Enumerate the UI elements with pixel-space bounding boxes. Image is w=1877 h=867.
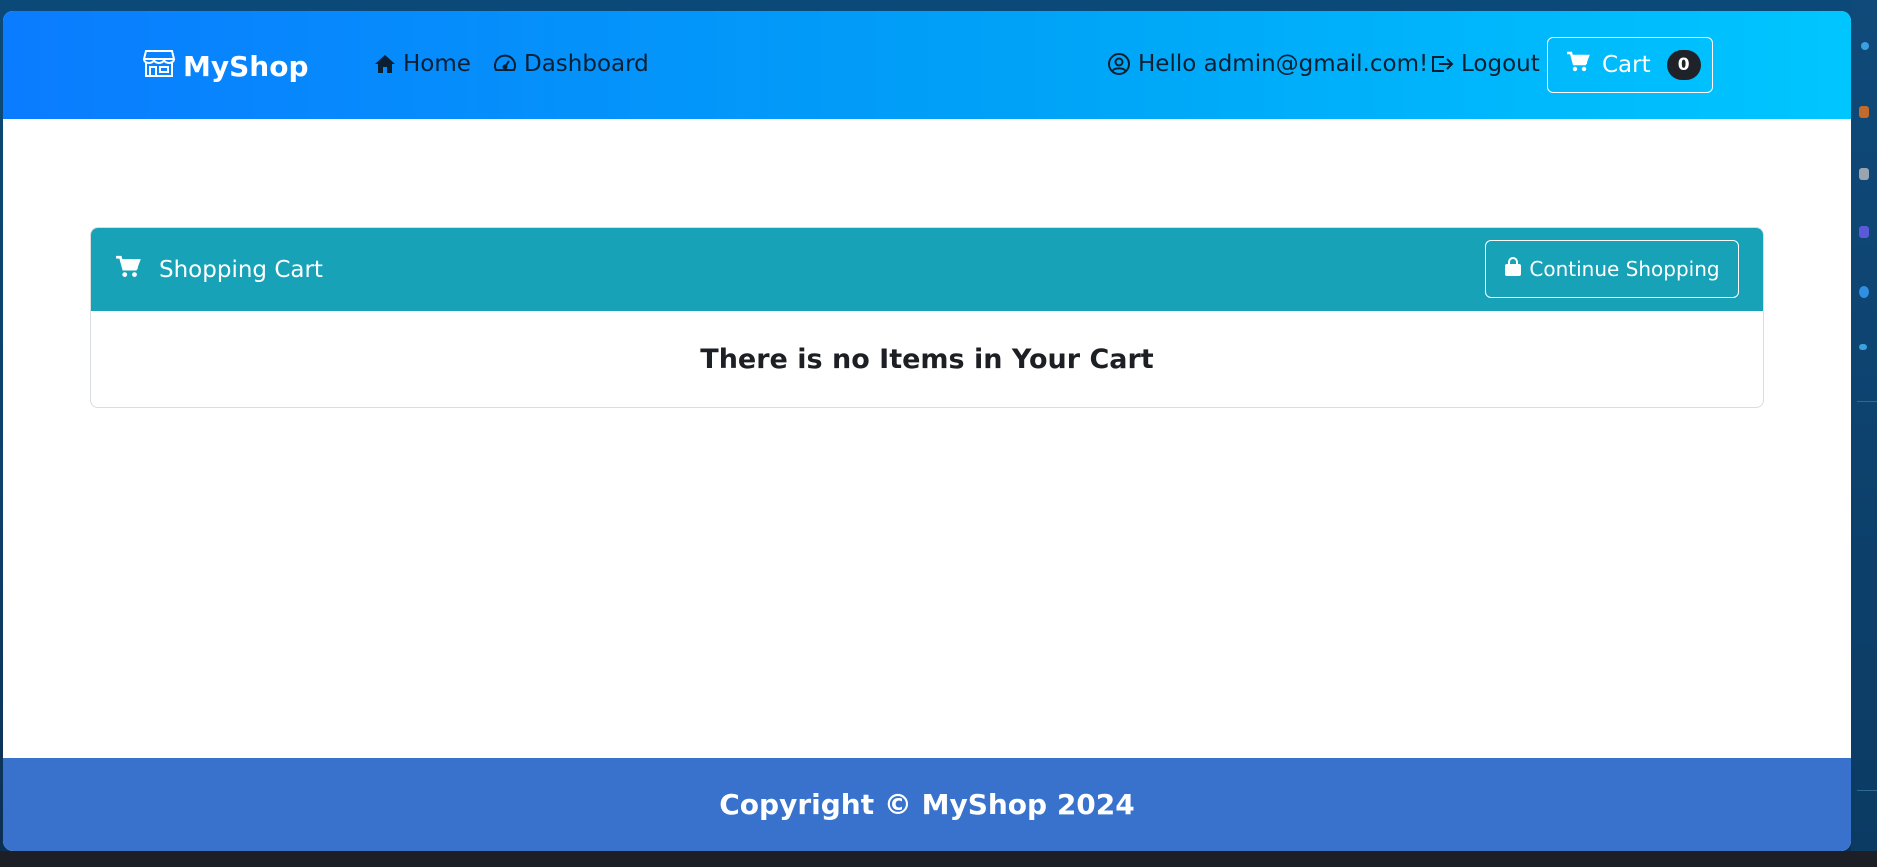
card-header: Shopping Cart Continue Shopping [91,228,1763,311]
nav-home-label: Home [403,51,471,77]
desktop-icon [1859,344,1867,350]
desktop-side-strip [1851,0,1877,851]
divider [1857,790,1877,791]
speedometer-icon [493,53,517,75]
shop-icon [142,48,176,85]
taskbar-strip [0,851,1877,867]
nav-dashboard[interactable]: Dashboard [493,51,649,77]
footer: Copyright © MyShop 2024 [3,758,1851,851]
greeting-text: Hello admin@gmail.com! [1138,51,1429,77]
cart-icon [115,255,141,285]
desktop-icon [1859,226,1869,238]
card-title-label: Shopping Cart [159,257,323,283]
logout-icon [1430,53,1454,75]
shopping-cart-card: Shopping Cart Continue Shopping There is… [90,227,1764,408]
logout-label: Logout [1461,51,1540,77]
brand-link[interactable]: MyShop [142,48,309,85]
desktop-icon [1859,168,1869,180]
navbar: MyShop Home Dashboard Hello admin@gmail.… [3,11,1851,119]
nav-dashboard-label: Dashboard [524,51,649,77]
cart-label: Cart [1602,52,1651,78]
user-greeting: Hello admin@gmail.com! [1107,51,1428,77]
cart-button[interactable]: Cart 0 [1547,37,1713,93]
divider [1857,401,1877,402]
nav-home[interactable]: Home [374,51,471,77]
desktop-icon [1859,106,1869,118]
continue-shopping-button[interactable]: Continue Shopping [1485,240,1739,298]
continue-shopping-label: Continue Shopping [1529,257,1720,281]
cart-icon [1566,51,1590,79]
browser-page: MyShop Home Dashboard Hello admin@gmail.… [3,11,1851,851]
empty-cart-message: There is no Items in Your Cart [700,344,1154,375]
cart-count-badge: 0 [1666,50,1701,80]
house-icon [374,53,396,75]
copyright-text: Copyright © MyShop 2024 [719,788,1135,821]
desktop-icon [1861,42,1869,50]
shopping-bag-icon [1504,256,1522,282]
user-circle-icon [1107,52,1131,76]
logout-link[interactable]: Logout [1430,51,1540,77]
desktop-icon [1859,286,1869,298]
card-title: Shopping Cart [115,255,323,285]
brand-name: MyShop [183,50,309,83]
card-body: There is no Items in Your Cart [91,311,1763,407]
